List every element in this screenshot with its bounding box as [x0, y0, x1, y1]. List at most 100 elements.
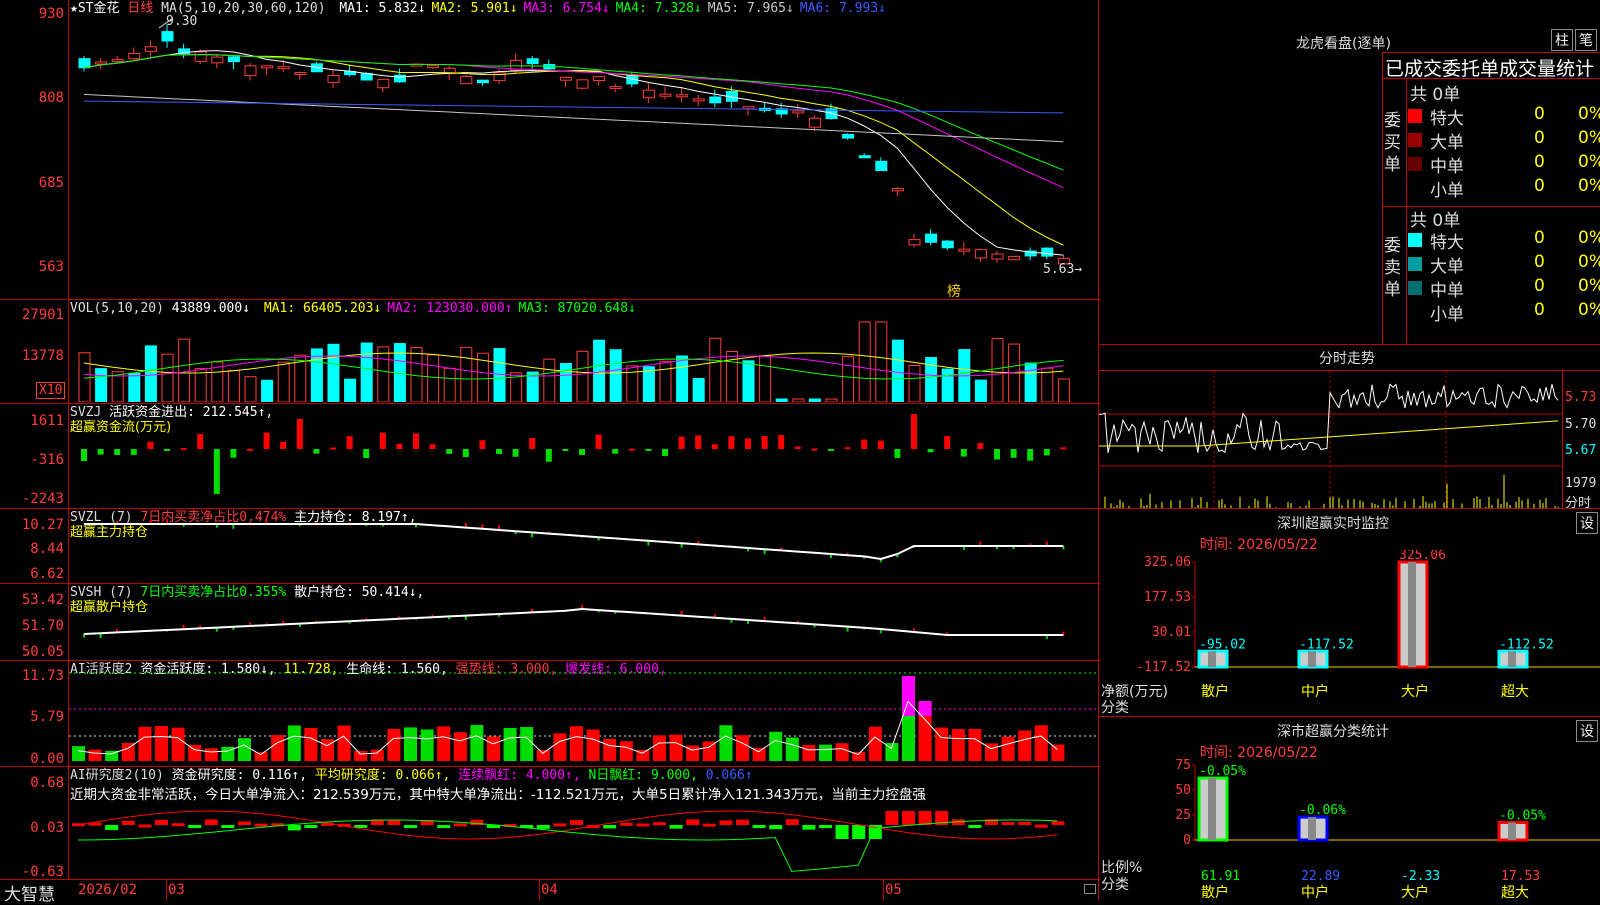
order-pct: 0%: [1578, 276, 1600, 296]
research-bar: [819, 825, 832, 828]
activity-bar: [254, 751, 268, 761]
intraday-chart[interactable]: [1099, 371, 1562, 508]
research-chart[interactable]: [69, 767, 1098, 879]
volume-bar: [858, 321, 871, 402]
fund-flow-bar: [180, 447, 187, 450]
candle: [842, 133, 855, 139]
volume-bar: [908, 364, 921, 402]
candle: [144, 46, 157, 52]
svsh-tick-2: 50.05: [21, 644, 64, 660]
volume-bar: [808, 398, 821, 402]
activity-bar: [487, 736, 500, 761]
fund-flow-bar: [977, 443, 984, 449]
volume-bar: [427, 354, 440, 402]
fund-flow-bar: [496, 449, 502, 455]
price-tick-0: 930: [38, 6, 64, 22]
candle: [692, 98, 705, 102]
fund-flow-bar: [379, 432, 386, 449]
main-chart-area[interactable]: ★ST金花 日线 MA(5,10,20,30,60,120) MA1: 5.83…: [0, 0, 1100, 905]
fund-flow-bar: [927, 449, 934, 453]
fund-flow-bar: [678, 436, 685, 449]
fund-flow-bar: [877, 440, 884, 449]
candle: [95, 61, 108, 65]
activity-bar: [819, 744, 832, 761]
candle: [111, 59, 124, 63]
sell-order-row: 小单 0 0%: [1408, 300, 1600, 325]
main-holding-chart[interactable]: [69, 509, 1098, 583]
volume-bar: [974, 379, 987, 402]
bang-marker[interactable]: 榜: [947, 281, 961, 301]
buy-order-row: 中单 0 0%: [1408, 152, 1600, 177]
volume-bar: [891, 339, 904, 402]
activity-bar: [868, 726, 882, 761]
activity-bar: [204, 748, 218, 761]
fund-flow-bar: [363, 449, 370, 459]
activity-bar: [453, 732, 467, 761]
activity-bar: [802, 745, 816, 761]
activity-bar: [238, 738, 251, 761]
order-count: 0: [1534, 276, 1545, 296]
buy-orders-label: 委买单: [1384, 111, 1401, 175]
volume-chart[interactable]: [69, 318, 1098, 402]
candlestick-chart[interactable]: [69, 18, 1098, 298]
activity-bar: [536, 750, 550, 761]
candle: [78, 58, 91, 69]
fund-flow-bar: [462, 449, 469, 458]
sz-class-settings-button[interactable]: 设: [1576, 720, 1598, 742]
order-pct: 0%: [1578, 152, 1600, 172]
sell-order-row: 特大 0 0%: [1408, 228, 1600, 253]
longhu-subtitle: 已成交委托单成交量统计: [1385, 58, 1595, 80]
stock-name[interactable]: ★ST金花: [70, 1, 119, 16]
order-pct: 0%: [1578, 228, 1600, 248]
lock-icon[interactable]: [1084, 884, 1096, 894]
ratio-bar-chart[interactable]: 75 50 25 0 -0.05% 散户61.91 -0.06% 中户22.89 大户-2.33…: [1099, 757, 1600, 900]
vol-unit[interactable]: X10: [36, 382, 66, 399]
activity-bar: [304, 727, 318, 761]
legend-swatch: [1408, 257, 1422, 271]
brand-label[interactable]: 大智慧: [4, 880, 55, 905]
order-count: 0: [1534, 300, 1545, 320]
activity-bar: [1018, 730, 1032, 761]
fund-flow-bar: [745, 438, 751, 449]
period-label[interactable]: 日线: [127, 1, 153, 16]
fund-flow-bar: [562, 449, 569, 451]
candle: [211, 56, 224, 64]
fenshi-vol-tick: 1979: [1565, 476, 1597, 491]
order-type: 小单: [1430, 305, 1464, 325]
activity-bar: [72, 746, 85, 761]
ai1-tick-1: 5.79: [30, 709, 64, 725]
fund-flow-bar: [230, 449, 237, 458]
ma-line: [83, 100, 1064, 114]
volume-bar: [792, 398, 805, 402]
sz-monitor-settings-button[interactable]: 设: [1576, 512, 1598, 534]
retail-holding-chart[interactable]: [69, 584, 1098, 660]
activity-bar: [437, 726, 451, 761]
research-bar: [1001, 821, 1015, 825]
volume-bar: [659, 360, 672, 402]
tick-mode-button[interactable]: 笔: [1575, 29, 1597, 51]
volume-bar: [941, 368, 954, 402]
research-bar: [835, 825, 849, 839]
net-amount-bar-chart[interactable]: 325.06 177.53 30.01 -117.52 -95.02 散户 -117.52 中…: [1099, 550, 1600, 715]
fund-flow-chart[interactable]: [69, 404, 1098, 508]
legend-swatch: [1408, 157, 1422, 171]
fund-flow-bar: [911, 414, 917, 449]
volume-bar: [244, 376, 257, 402]
price-tick-2: 685: [38, 175, 64, 191]
fund-flow-bar: [894, 449, 901, 458]
svzj-tick-1: -316: [30, 452, 64, 468]
volume-bar: [842, 356, 855, 402]
research-bar: [1018, 821, 1032, 825]
activity-bar: [736, 735, 749, 761]
candle: [244, 65, 257, 77]
activity-bar: [155, 726, 168, 761]
ma-line: [83, 54, 1064, 189]
fund-flow-bar: [330, 447, 336, 450]
y-tick-label: 25: [1175, 808, 1191, 823]
bar-mode-button[interactable]: 柱: [1551, 29, 1573, 51]
volume-bar: [759, 355, 772, 402]
fund-flow-bar: [197, 434, 204, 449]
activity-chart[interactable]: [69, 661, 1098, 766]
research-bar: [221, 825, 235, 828]
category-bar-shade: [1208, 778, 1216, 840]
